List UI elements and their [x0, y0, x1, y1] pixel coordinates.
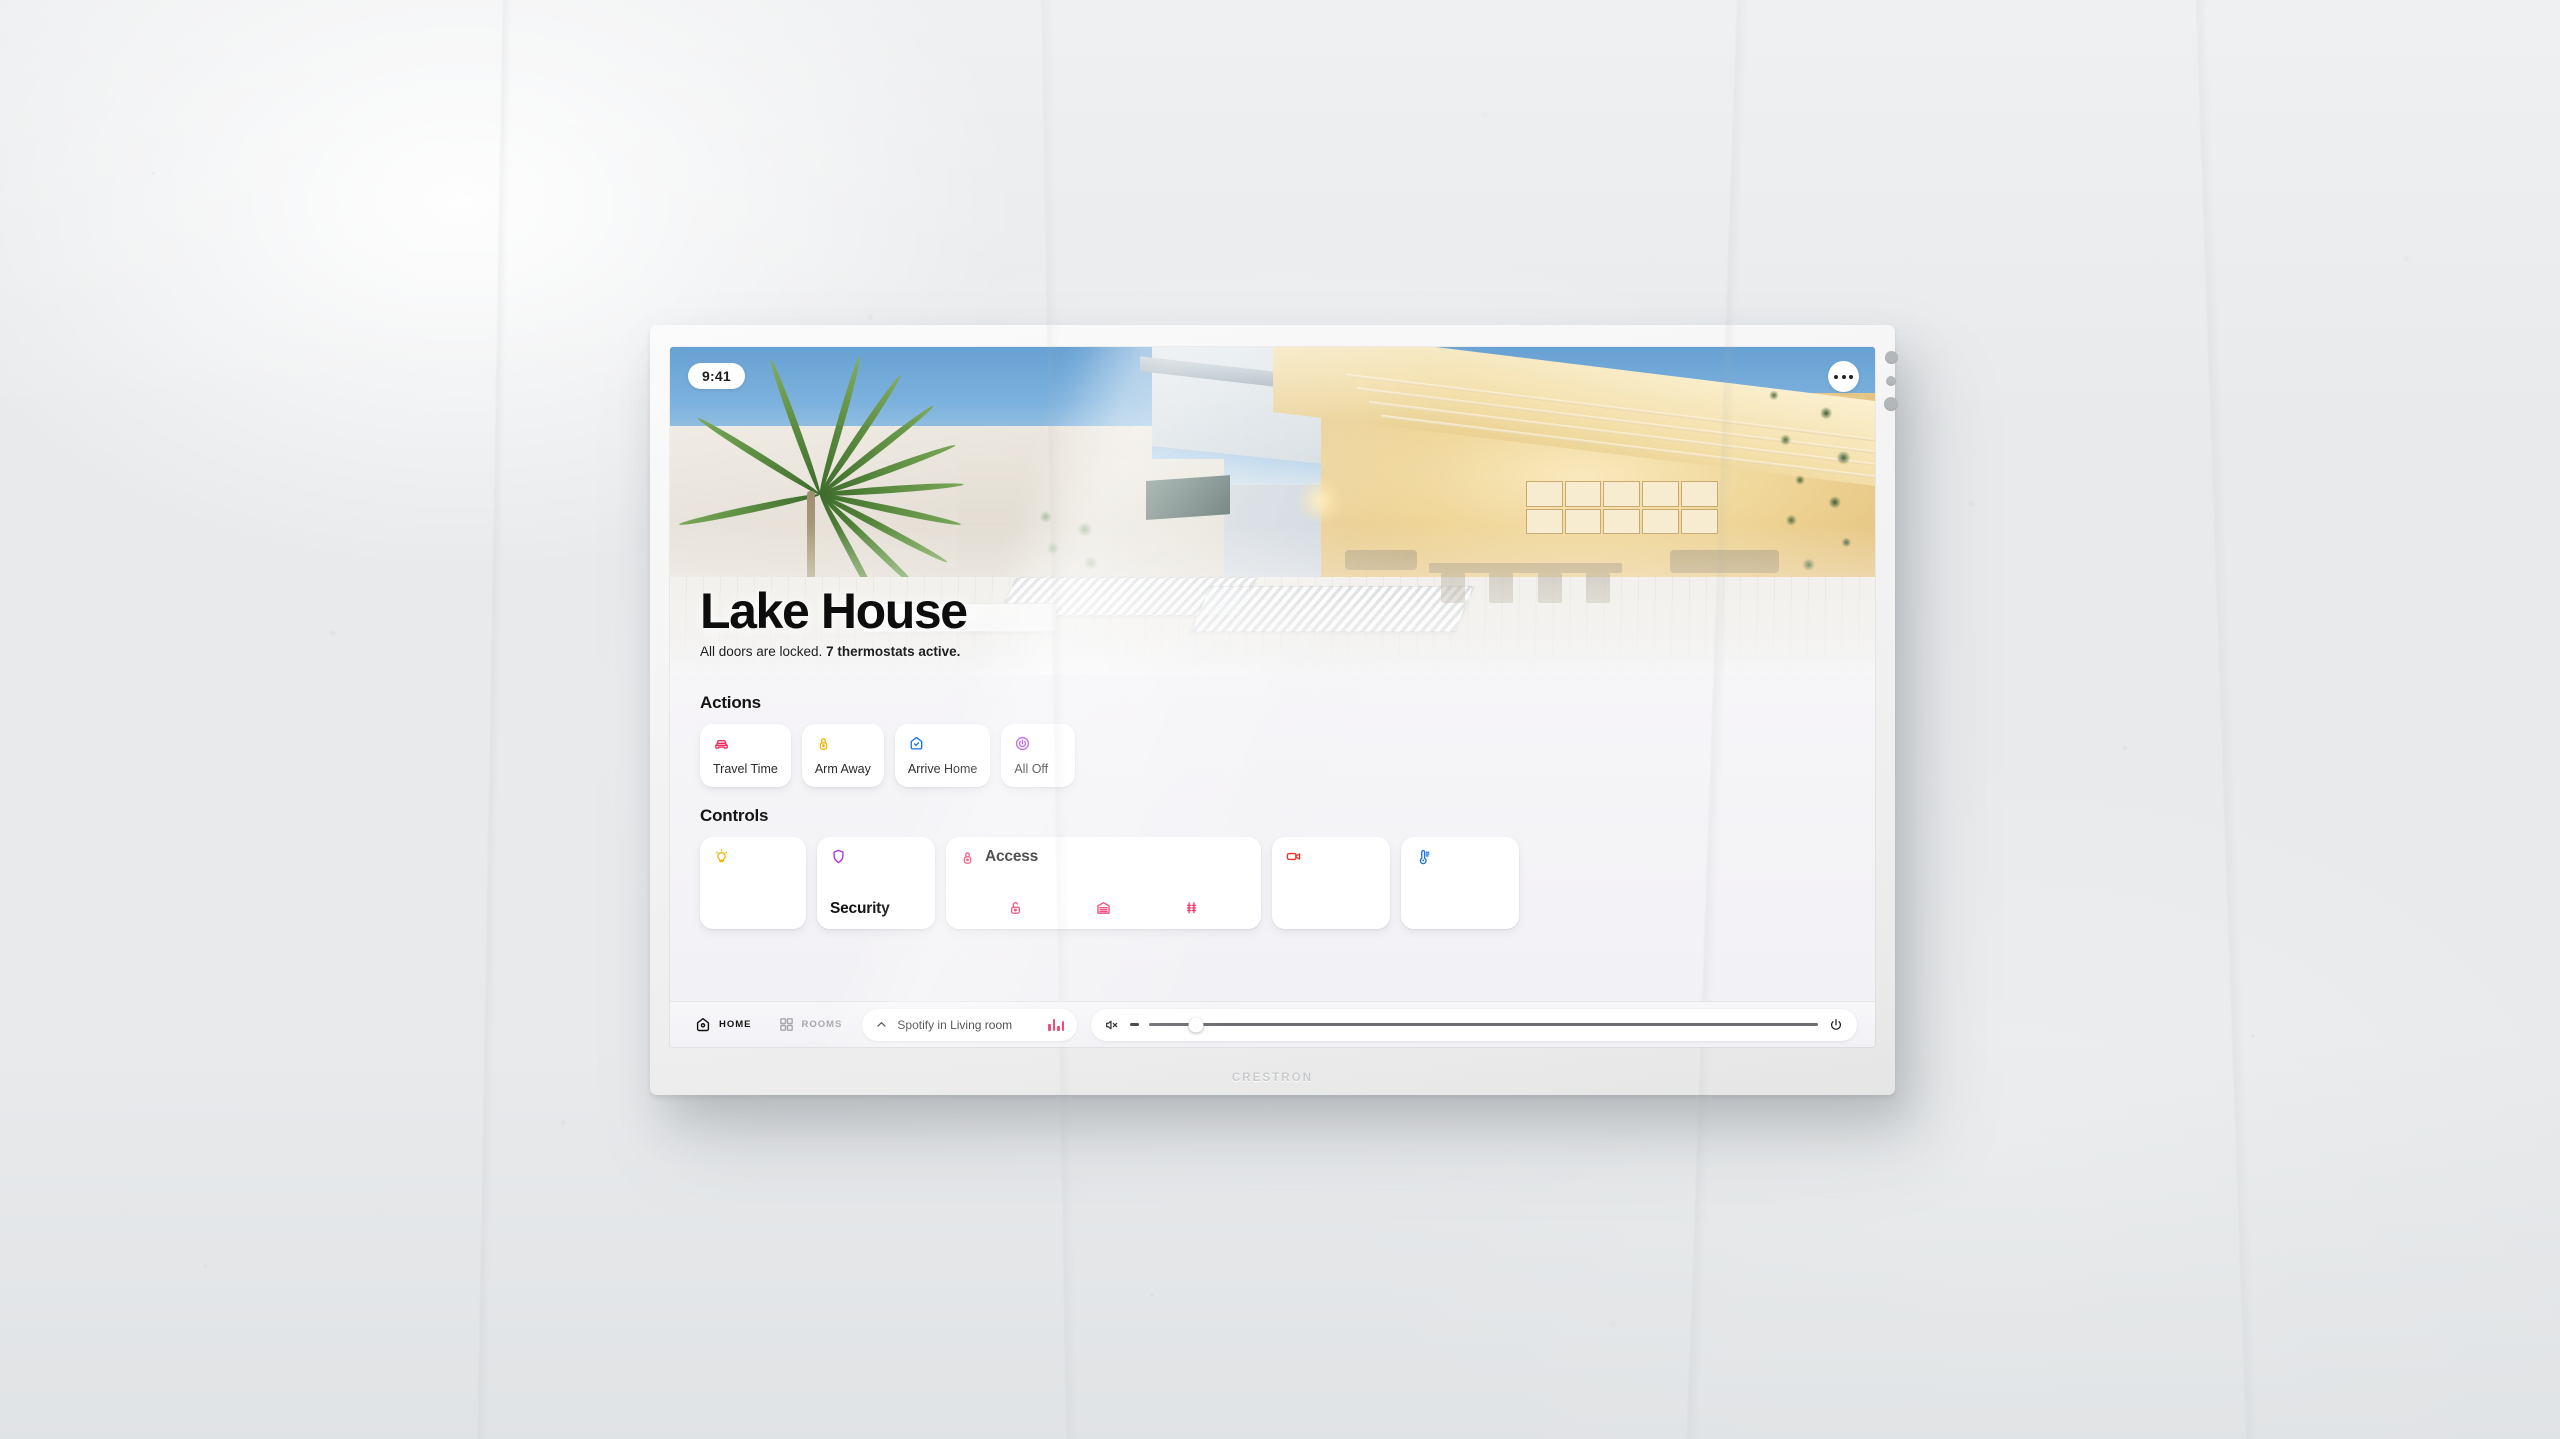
control-card-climate[interactable]	[1401, 837, 1519, 929]
side-button-top[interactable]	[1884, 351, 1898, 364]
more-options-button[interactable]	[1828, 361, 1859, 392]
touch-screen: 9:41 Lake House All doors are locked. 7 …	[670, 347, 1875, 1047]
climate-header	[1414, 848, 1506, 865]
action-label: All Off	[1014, 762, 1049, 776]
media-now-playing-pill[interactable]: Spotify in Living room	[862, 1008, 1078, 1041]
power-icon	[1016, 736, 1030, 751]
bottom-navigation-bar: HOME ROOMS Spotify in Living room	[670, 1001, 1875, 1047]
control-card-security[interactable]: Security	[817, 837, 935, 929]
speaker-muted-icon[interactable]	[1104, 1017, 1120, 1033]
volume-minus-icon[interactable]	[1130, 1023, 1140, 1026]
nav-item-rooms[interactable]: ROOMS	[772, 1013, 849, 1036]
media-label: Spotify in Living room	[897, 1017, 1013, 1032]
access-sub-controls	[959, 899, 1248, 918]
side-hardware-buttons[interactable]	[1884, 351, 1898, 411]
status-time: 9:41	[688, 363, 745, 389]
nav-label-home: HOME	[719, 1019, 752, 1030]
action-all-off[interactable]: All Off	[1001, 724, 1076, 787]
action-arrive-home[interactable]: Arrive Home	[894, 724, 991, 787]
thermometer-icon	[1419, 849, 1430, 865]
more-horizontal-icon	[1849, 374, 1853, 379]
control-card-lighting[interactable]	[700, 837, 806, 929]
side-button-bottom[interactable]	[1884, 397, 1898, 411]
brand-logo: CRESTRON	[1231, 1072, 1314, 1084]
content-area: Actions Travel Time Arm Away Arrive Home…	[670, 675, 1875, 1001]
hero-banner: 9:41 Lake House All doors are locked. 7 …	[670, 347, 1875, 675]
actions-section: Actions Travel Time Arm Away Arrive Home…	[700, 693, 1845, 787]
controls-row: Security Access	[700, 837, 1845, 929]
status-thermostats: 7 thermostats active.	[826, 644, 961, 659]
home-icon	[696, 1017, 710, 1031]
controls-section: Controls Security Access	[700, 806, 1845, 929]
lock-icon	[819, 738, 828, 750]
action-label: Arrive Home	[907, 762, 978, 776]
access-title: Access	[985, 848, 1039, 865]
lock-round-icon	[963, 851, 972, 864]
more-horizontal-icon	[1841, 374, 1846, 379]
home-check-icon	[910, 736, 923, 750]
gate-icon[interactable]	[1183, 899, 1200, 916]
controls-heading: Controls	[700, 806, 769, 825]
chevron-up-icon[interactable]	[875, 1018, 888, 1031]
equalizer-icon	[1048, 1018, 1065, 1031]
lightbulb-icon	[715, 849, 728, 863]
cameras-header	[1285, 848, 1377, 865]
nav-item-home[interactable]: HOME	[688, 1013, 758, 1037]
unlock-icon[interactable]	[1007, 899, 1024, 916]
nav-label-rooms: ROOMS	[801, 1019, 843, 1030]
lighting-header	[713, 848, 793, 865]
grid-icon	[779, 1018, 793, 1031]
actions-row: Travel Time Arm Away Arrive Home All Off	[700, 724, 1845, 787]
page-title: Lake House	[700, 583, 968, 639]
security-label: Security	[830, 900, 890, 917]
control-card-cameras[interactable]	[1272, 837, 1390, 929]
garage-door-icon[interactable]	[1095, 899, 1112, 916]
action-arm-away[interactable]: Arm Away	[801, 724, 884, 787]
car-icon	[715, 739, 728, 749]
action-travel-time[interactable]: Travel Time	[700, 724, 791, 787]
side-button-middle[interactable]	[1886, 375, 1896, 386]
access-header: Access	[959, 848, 1248, 866]
video-camera-icon	[1286, 852, 1301, 861]
volume-slider[interactable]	[1149, 1017, 1818, 1032]
status-doors: All doors are locked.	[700, 644, 827, 659]
volume-control-pill[interactable]	[1091, 1008, 1857, 1041]
security-header	[830, 848, 922, 865]
control-card-access[interactable]: Access	[946, 837, 1261, 929]
hero-text-block: Lake House All doors are locked. 7 therm…	[700, 583, 968, 660]
action-label: Arm Away	[814, 762, 871, 776]
home-status-summary: All doors are locked. 7 thermostats acti…	[700, 644, 967, 659]
actions-heading: Actions	[700, 693, 761, 712]
more-horizontal-icon	[1834, 374, 1838, 379]
wall-background: 9:41 Lake House All doors are locked. 7 …	[0, 0, 2560, 1439]
crestron-touch-panel: 9:41 Lake House All doors are locked. 7 …	[650, 325, 1898, 1095]
action-label: Travel Time	[713, 762, 778, 776]
volume-slider-thumb[interactable]	[1188, 1017, 1204, 1032]
shield-icon	[833, 849, 844, 864]
power-icon[interactable]	[1828, 1017, 1844, 1033]
